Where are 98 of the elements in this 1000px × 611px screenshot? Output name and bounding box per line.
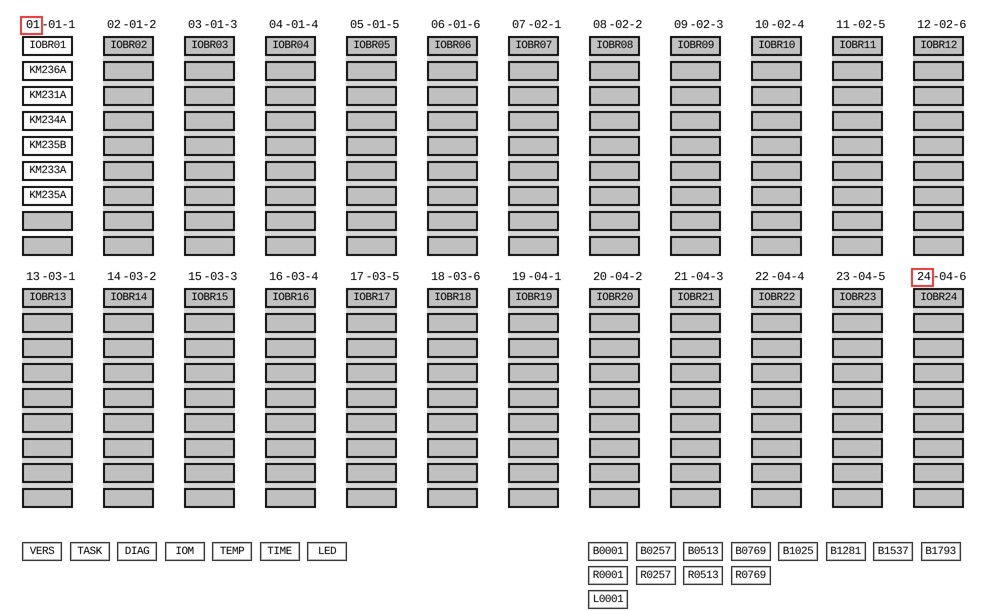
rack-header: IOBR19 xyxy=(508,288,559,308)
rack-header: IOBR23 xyxy=(832,288,883,308)
rack-number: 05 xyxy=(349,17,364,34)
rack-header: IOBR22 xyxy=(751,288,802,308)
module-slot: KM231A xyxy=(22,86,73,106)
rack-header: IOBR01 xyxy=(22,36,73,56)
address-button[interactable]: B1025 xyxy=(778,542,818,561)
rack-number: 13 xyxy=(25,269,40,286)
rack-number: 18 xyxy=(430,269,446,286)
rack-header: IOBR05 xyxy=(346,36,397,56)
rack-position-label: -01-3 xyxy=(203,18,237,33)
rack-number: 19 xyxy=(511,269,526,286)
address-button[interactable]: B0257 xyxy=(636,542,676,561)
rack-number: 03 xyxy=(187,17,202,34)
function-button[interactable]: IOM xyxy=(164,542,204,561)
rack-position-label: -01-4 xyxy=(284,18,318,33)
rack-number: 23 xyxy=(835,269,850,286)
module-slot: KM235B xyxy=(22,136,73,156)
module-slot: KM234A xyxy=(22,111,73,131)
rack-position-label: -03-2 xyxy=(122,270,156,285)
rack-header: IOBR03 xyxy=(184,36,235,56)
address-button[interactable]: B0769 xyxy=(730,542,770,561)
rack-position-label: -04-2 xyxy=(608,270,642,285)
rack-position-label: -04-6 xyxy=(932,270,966,285)
rack-position-label: -03-5 xyxy=(365,270,399,285)
module-slot: KM236A xyxy=(22,61,73,81)
rack-header: IOBR04 xyxy=(265,36,316,56)
rack-header: IOBR02 xyxy=(103,36,154,56)
rack-position-label: -01-5 xyxy=(365,18,399,33)
rack-header: IOBR20 xyxy=(589,288,640,308)
address-button[interactable]: R0001 xyxy=(588,566,628,585)
address-button[interactable]: B1281 xyxy=(826,542,866,561)
rack-number: 12 xyxy=(916,17,932,34)
rack-number: 04 xyxy=(268,17,284,34)
rack-number: 02 xyxy=(106,17,122,34)
rack-header: IOBR09 xyxy=(670,36,721,56)
rack-position-label: -04-5 xyxy=(851,270,885,285)
function-button[interactable]: TASK xyxy=(70,542,110,561)
rack-header: IOBR11 xyxy=(832,36,883,56)
rack-header: IOBR15 xyxy=(184,288,235,308)
rack-number: 21 xyxy=(673,269,688,286)
function-button[interactable]: VERS xyxy=(22,542,62,561)
module-slot: KM233A xyxy=(22,161,73,181)
rack-number: 10 xyxy=(754,17,770,34)
rack-header: IOBR12 xyxy=(913,36,964,56)
rack-header: IOBR17 xyxy=(346,288,397,308)
function-button[interactable]: DIAG xyxy=(117,542,157,561)
rack-position-label: -04-1 xyxy=(527,270,561,285)
rack-position-label: -04-4 xyxy=(770,270,804,285)
rack-header: IOBR14 xyxy=(103,288,154,308)
rack-position-label: -04-3 xyxy=(689,270,723,285)
rack-header: IOBR21 xyxy=(670,288,721,308)
rack-position-label: -02-3 xyxy=(689,18,723,33)
address-button[interactable]: B0513 xyxy=(683,542,723,561)
rack-header: IOBR16 xyxy=(265,288,316,308)
rack-number: 11 xyxy=(835,17,850,34)
rack-header: IOBR13 xyxy=(22,288,73,308)
rack-position-label: -01-2 xyxy=(122,18,156,33)
rack-header: IOBR10 xyxy=(751,36,802,56)
rack-position-label: -03-4 xyxy=(284,270,318,285)
rack-position-label: -01-6 xyxy=(446,18,480,33)
module-slot: KM235A xyxy=(22,186,73,206)
rack-number: 22 xyxy=(754,269,770,286)
rack-position-label: -03-1 xyxy=(41,270,75,285)
rack-number: 01 xyxy=(20,16,44,35)
rack-number: 17 xyxy=(349,269,364,286)
function-button[interactable]: TEMP xyxy=(212,542,252,561)
rack-position-label: -02-1 xyxy=(527,18,561,33)
rack-position-label: -02-2 xyxy=(608,18,642,33)
rack-number: 16 xyxy=(268,269,284,286)
rack-header: IOBR07 xyxy=(508,36,559,56)
rack-number: 24 xyxy=(911,268,934,287)
address-button[interactable]: R0257 xyxy=(636,566,676,585)
address-button[interactable]: L0001 xyxy=(588,590,628,609)
rack-header: IOBR24 xyxy=(913,288,964,308)
address-button[interactable]: B1537 xyxy=(873,542,913,561)
rack-header: IOBR06 xyxy=(427,36,478,56)
rack-position-label: -01-1 xyxy=(41,18,75,33)
rack-number: 09 xyxy=(673,17,688,34)
rack-number: 15 xyxy=(187,269,202,286)
function-button[interactable]: TIME xyxy=(260,542,300,561)
rack-header: IOBR08 xyxy=(589,36,640,56)
rack-number: 06 xyxy=(430,17,446,34)
rack-number: 14 xyxy=(106,269,122,286)
address-button[interactable]: B1793 xyxy=(920,542,960,561)
rack-number: 08 xyxy=(592,17,608,34)
rack-header: IOBR18 xyxy=(427,288,478,308)
address-button[interactable]: R0513 xyxy=(683,566,723,585)
rack-position-label: -02-6 xyxy=(932,18,966,33)
rack-number: 20 xyxy=(592,269,608,286)
rack-position-label: -03-3 xyxy=(203,270,237,285)
address-button[interactable]: R0769 xyxy=(730,566,770,585)
rack-number: 07 xyxy=(511,17,526,34)
rack-position-label: -02-5 xyxy=(851,18,885,33)
function-button[interactable]: LED xyxy=(307,542,347,561)
address-button[interactable]: B0001 xyxy=(588,542,628,561)
rack-position-label: -02-4 xyxy=(770,18,804,33)
rack-position-label: -03-6 xyxy=(446,270,480,285)
